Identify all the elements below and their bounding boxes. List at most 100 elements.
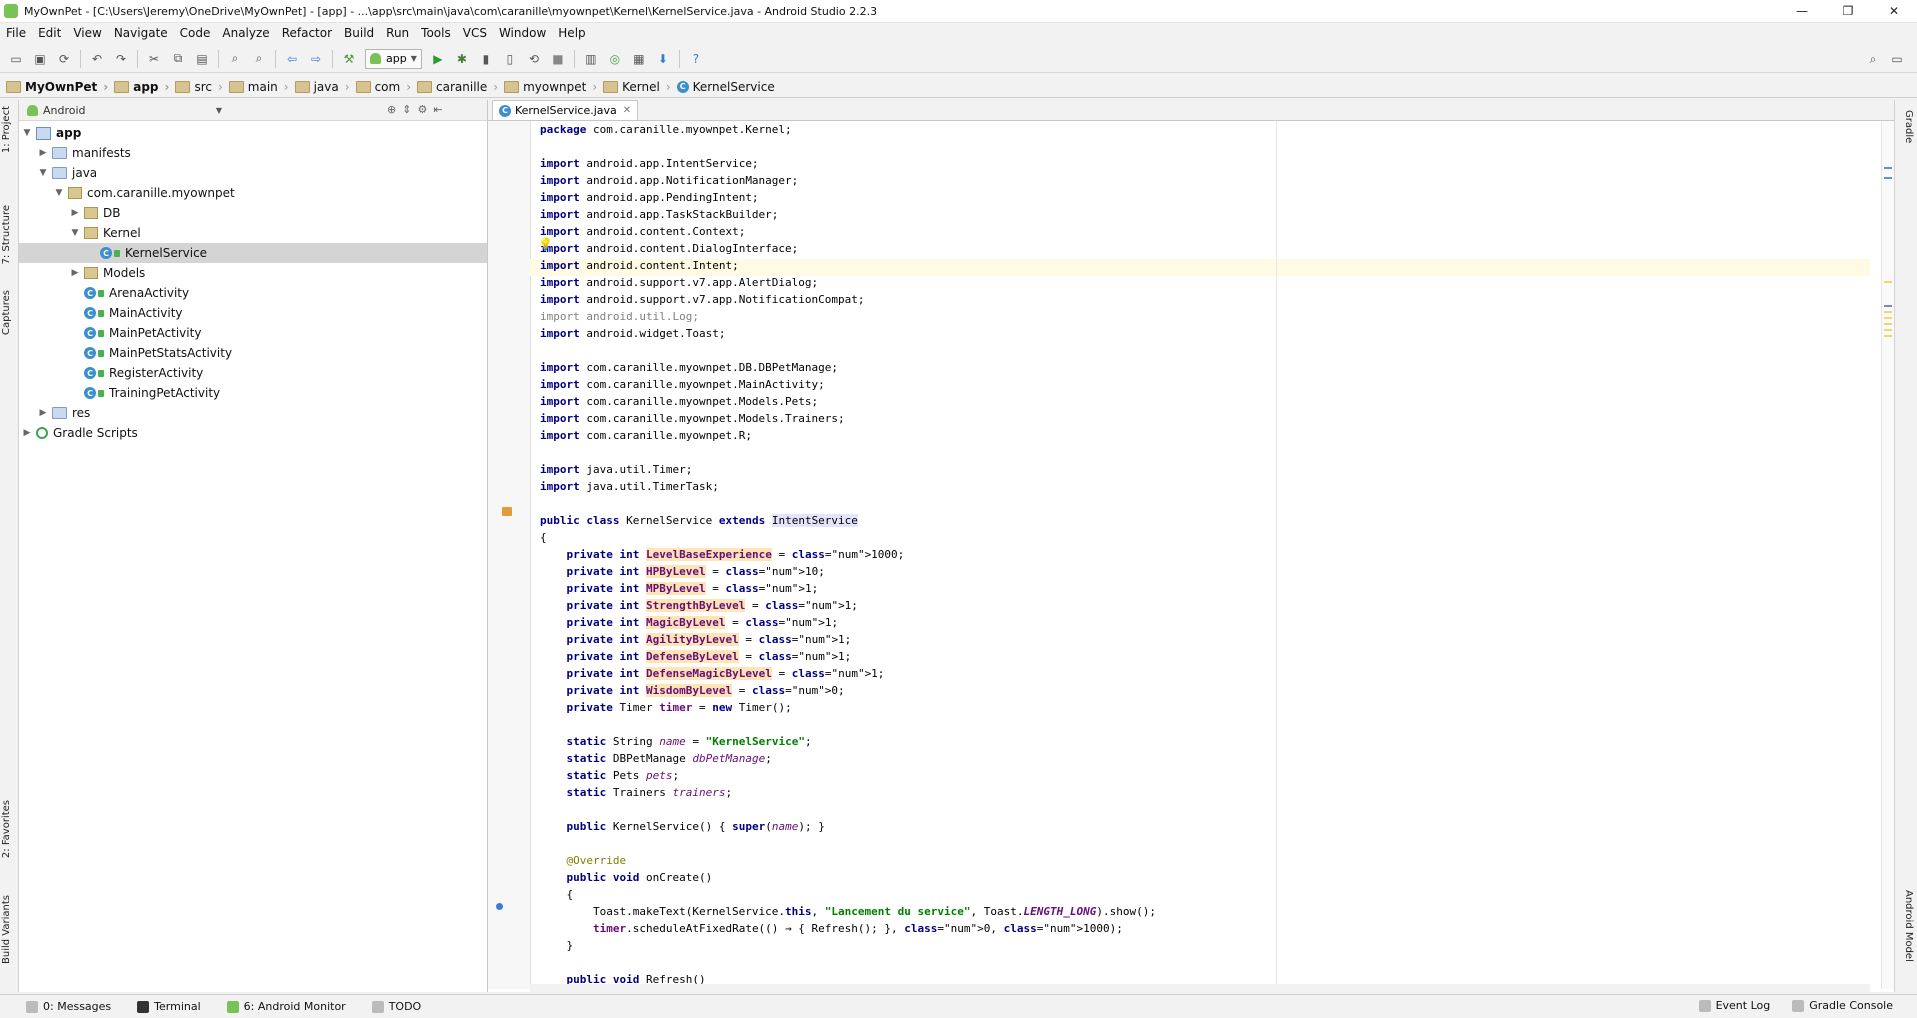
apply-changes-icon[interactable]: ⟲: [525, 50, 543, 68]
code-area[interactable]: package com.caranille.myownpet.Kernel; im…: [530, 121, 1885, 989]
expanded-arrow-icon[interactable]: ▼: [21, 128, 33, 138]
close-button[interactable]: ✕: [1871, 0, 1917, 22]
tab-captures[interactable]: Captures: [1, 290, 12, 335]
tree-node[interactable]: ▶ Models: [19, 263, 487, 283]
breadcrumb-item[interactable]: java ›: [294, 80, 350, 94]
implemented-marker-icon[interactable]: [502, 507, 512, 516]
copy-icon[interactable]: ⧉: [169, 50, 187, 68]
attach-debugger-icon[interactable]: ▯: [501, 50, 519, 68]
sdk-manager-icon[interactable]: ⬇: [654, 50, 672, 68]
menu-item-file[interactable]: File: [0, 26, 32, 40]
collapsed-arrow-icon[interactable]: ▶: [69, 208, 81, 218]
breadcrumb-item[interactable]: caranille ›: [417, 80, 498, 94]
tree-node[interactable]: C TrainingPetActivity: [19, 383, 487, 403]
breadcrumb-item[interactable]: src ›: [175, 80, 223, 94]
tool-window-icon[interactable]: ▭: [1888, 50, 1906, 68]
breadcrumb-item[interactable]: app ›: [114, 80, 169, 94]
gradle-sync-icon[interactable]: ◎: [606, 50, 624, 68]
expanded-arrow-icon[interactable]: ▼: [53, 188, 65, 198]
help-icon[interactable]: ?: [687, 50, 705, 68]
breadcrumb-item[interactable]: myownpet ›: [504, 80, 597, 94]
menu-item-code[interactable]: Code: [174, 26, 217, 40]
profile-icon[interactable]: ▮: [477, 50, 495, 68]
tree-node[interactable]: C MainActivity: [19, 303, 487, 323]
tree-node[interactable]: C MainPetStatsActivity: [19, 343, 487, 363]
project-view-selector[interactable]: Android ▼: [19, 104, 222, 117]
open-folder-icon[interactable]: ▭: [7, 50, 25, 68]
tree-node[interactable]: ▶ Gradle Scripts: [19, 423, 487, 443]
menu-item-window[interactable]: Window: [493, 26, 552, 40]
expanded-arrow-icon[interactable]: ▼: [69, 228, 81, 238]
menu-item-run[interactable]: Run: [380, 26, 415, 40]
maximize-button[interactable]: ❐: [1825, 0, 1871, 22]
save-all-icon[interactable]: ▣: [31, 50, 49, 68]
breadcrumb-item[interactable]: Kernel ›: [603, 80, 671, 94]
tree-node[interactable]: ▼ Kernel: [19, 223, 487, 243]
menu-item-vcs[interactable]: VCS: [457, 26, 493, 40]
tab-structure[interactable]: 7: Structure: [1, 205, 12, 264]
menu-item-help[interactable]: Help: [552, 26, 591, 40]
todo-tool[interactable]: TODO: [371, 1000, 421, 1013]
avd-manager-icon[interactable]: ▥: [582, 50, 600, 68]
tab-gradle[interactable]: Gradle: [1903, 110, 1914, 143]
replace-icon[interactable]: ⌕: [250, 50, 268, 68]
back-icon[interactable]: ⇦: [283, 50, 301, 68]
terminal-tool[interactable]: Terminal: [137, 1000, 201, 1013]
collapsed-arrow-icon[interactable]: ▶: [69, 268, 81, 278]
tab-build-variants[interactable]: Build Variants: [1, 895, 12, 964]
tree-node[interactable]: C RegisterActivity: [19, 363, 487, 383]
close-icon[interactable]: ✕: [623, 105, 631, 116]
make-project-icon[interactable]: ⚒: [340, 50, 358, 68]
tree-node[interactable]: C MainPetActivity: [19, 323, 487, 343]
gradle-console-tool[interactable]: Gradle Console: [1792, 999, 1893, 1012]
sync-icon[interactable]: ⟳: [55, 50, 73, 68]
tab-project[interactable]: 1: Project: [1, 106, 12, 153]
tree-node[interactable]: ▶ manifests: [19, 143, 487, 163]
debug-icon[interactable]: ✱: [453, 50, 471, 68]
scroll-from-source-icon[interactable]: ⊕: [387, 103, 396, 116]
editor-gutter[interactable]: [488, 121, 531, 989]
search-everywhere-icon[interactable]: ⌕: [1864, 50, 1882, 68]
intention-bulb-icon[interactable]: 💡: [538, 237, 553, 251]
expanded-arrow-icon[interactable]: ▼: [37, 168, 49, 178]
run-config-selector[interactable]: app ▼: [365, 48, 422, 69]
event-log-tool[interactable]: Event Log: [1698, 999, 1770, 1012]
tree-node[interactable]: C ArenaActivity: [19, 283, 487, 303]
collapsed-arrow-icon[interactable]: ▶: [37, 148, 49, 158]
menu-item-build[interactable]: Build: [338, 26, 380, 40]
menu-item-edit[interactable]: Edit: [32, 26, 67, 40]
menu-item-view[interactable]: View: [67, 26, 107, 40]
menu-item-refactor[interactable]: Refactor: [276, 26, 338, 40]
tab-kernelservice[interactable]: C KernelService.java ✕: [492, 100, 639, 120]
breadcrumb-item[interactable]: com ›: [355, 80, 411, 94]
tab-favorites[interactable]: 2: Favorites: [1, 800, 12, 858]
tree-node[interactable]: ▶ DB: [19, 203, 487, 223]
stop-icon[interactable]: ■: [549, 50, 567, 68]
tree-node[interactable]: ▼ com.caranille.myownpet: [19, 183, 487, 203]
tree-node[interactable]: ▶ res: [19, 403, 487, 423]
minimize-button[interactable]: —: [1779, 0, 1825, 22]
hide-panel-icon[interactable]: ⇤: [433, 103, 442, 116]
tree-node[interactable]: ▼ app: [19, 123, 487, 143]
menu-item-analyze[interactable]: Analyze: [216, 26, 275, 40]
error-stripe[interactable]: [1881, 121, 1894, 989]
breadcrumb-item[interactable]: C KernelService: [676, 80, 775, 94]
undo-icon[interactable]: ↶: [88, 50, 106, 68]
collapse-all-icon[interactable]: ⇕: [402, 103, 411, 116]
redo-icon[interactable]: ↷: [112, 50, 130, 68]
horizontal-scrollbar[interactable]: [530, 984, 1870, 992]
paste-icon[interactable]: ▤: [193, 50, 211, 68]
android-monitor-tool[interactable]: 6: Android Monitor: [226, 1000, 346, 1013]
menu-item-navigate[interactable]: Navigate: [108, 26, 174, 40]
collapsed-arrow-icon[interactable]: ▶: [37, 408, 49, 418]
project-structure-icon[interactable]: ▦: [630, 50, 648, 68]
override-marker-icon[interactable]: [496, 903, 503, 910]
tree-node[interactable]: C KernelService: [19, 243, 487, 263]
run-icon[interactable]: ▶: [429, 50, 447, 68]
messages-tool[interactable]: 0: Messages: [26, 1000, 111, 1013]
gear-icon[interactable]: ⚙: [417, 103, 427, 116]
forward-icon[interactable]: ⇨: [307, 50, 325, 68]
tab-android-model[interactable]: Android Model: [1903, 890, 1914, 962]
breadcrumb-item[interactable]: MyOwnPet ›: [6, 80, 108, 94]
breadcrumb-item[interactable]: main ›: [228, 80, 289, 94]
